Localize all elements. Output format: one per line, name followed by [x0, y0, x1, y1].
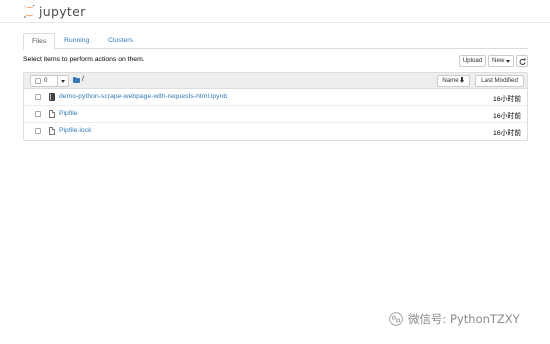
upload-button[interactable]: Upload [459, 55, 486, 67]
tab-clusters[interactable]: Clusters [100, 33, 141, 49]
row-checkbox[interactable] [35, 128, 41, 134]
new-dropdown-button[interactable]: New [488, 55, 514, 67]
row-checkbox[interactable] [35, 94, 41, 100]
file-link[interactable]: Pipfile [59, 110, 78, 117]
jupyter-logo-icon [24, 4, 35, 18]
refresh-icon [519, 57, 526, 65]
file-modified-time: 16小时前 [493, 130, 521, 137]
caret-down-icon [506, 60, 510, 63]
notebook-icon [49, 93, 55, 101]
wechat-logo-icon [389, 312, 403, 326]
header-bar: jupyter [0, 0, 550, 23]
select-menu-toggle[interactable] [57, 76, 69, 86]
select-all-checkbox[interactable] [35, 78, 41, 84]
list-item[interactable]: Pipfile 16小时前 [24, 106, 527, 123]
row-checkbox[interactable] [35, 111, 41, 117]
sort-by-name-button[interactable]: Name [437, 75, 470, 87]
breadcrumb-path[interactable]: / [82, 76, 84, 83]
file-link[interactable]: demo-python-scrape-webpage-with-requests… [59, 93, 227, 100]
tab-files[interactable]: Files [23, 33, 56, 50]
wechat-watermark: 微信号: PythonTZXY [389, 311, 520, 327]
jupyter-logo-text: jupyter [39, 4, 86, 19]
file-modified-time: 16小时前 [493, 113, 521, 120]
tab-bar: Files Running Clusters [23, 33, 528, 50]
file-icon [49, 127, 55, 135]
file-list-header: 0 / Name Last Modified [24, 73, 527, 89]
arrow-down-icon [459, 77, 465, 83]
tab-running[interactable]: Running [56, 33, 97, 49]
list-item[interactable]: Pipfile.lock 16小时前 [24, 123, 527, 140]
folder-icon[interactable] [73, 76, 80, 83]
list-item[interactable]: demo-python-scrape-webpage-with-requests… [24, 89, 527, 106]
selection-hint: Select items to perform actions on them. [23, 56, 145, 63]
file-list: 0 / Name Last Modified demo-python-scrap… [23, 72, 528, 141]
watermark-text: 微信号: PythonTZXY [408, 312, 520, 326]
sort-by-name-label: Name [442, 77, 459, 84]
selected-count: 0 [44, 78, 48, 84]
file-icon [49, 110, 55, 118]
file-modified-time: 16小时前 [493, 96, 521, 103]
sort-by-last-modified-button[interactable]: Last Modified [475, 75, 524, 87]
refresh-button[interactable] [516, 55, 528, 67]
new-button-label: New [492, 57, 505, 64]
file-link[interactable]: Pipfile.lock [59, 127, 92, 134]
select-all-group[interactable]: 0 [30, 75, 69, 87]
jupyter-logo[interactable]: jupyter [23, 3, 86, 20]
caret-down-icon [61, 80, 65, 83]
